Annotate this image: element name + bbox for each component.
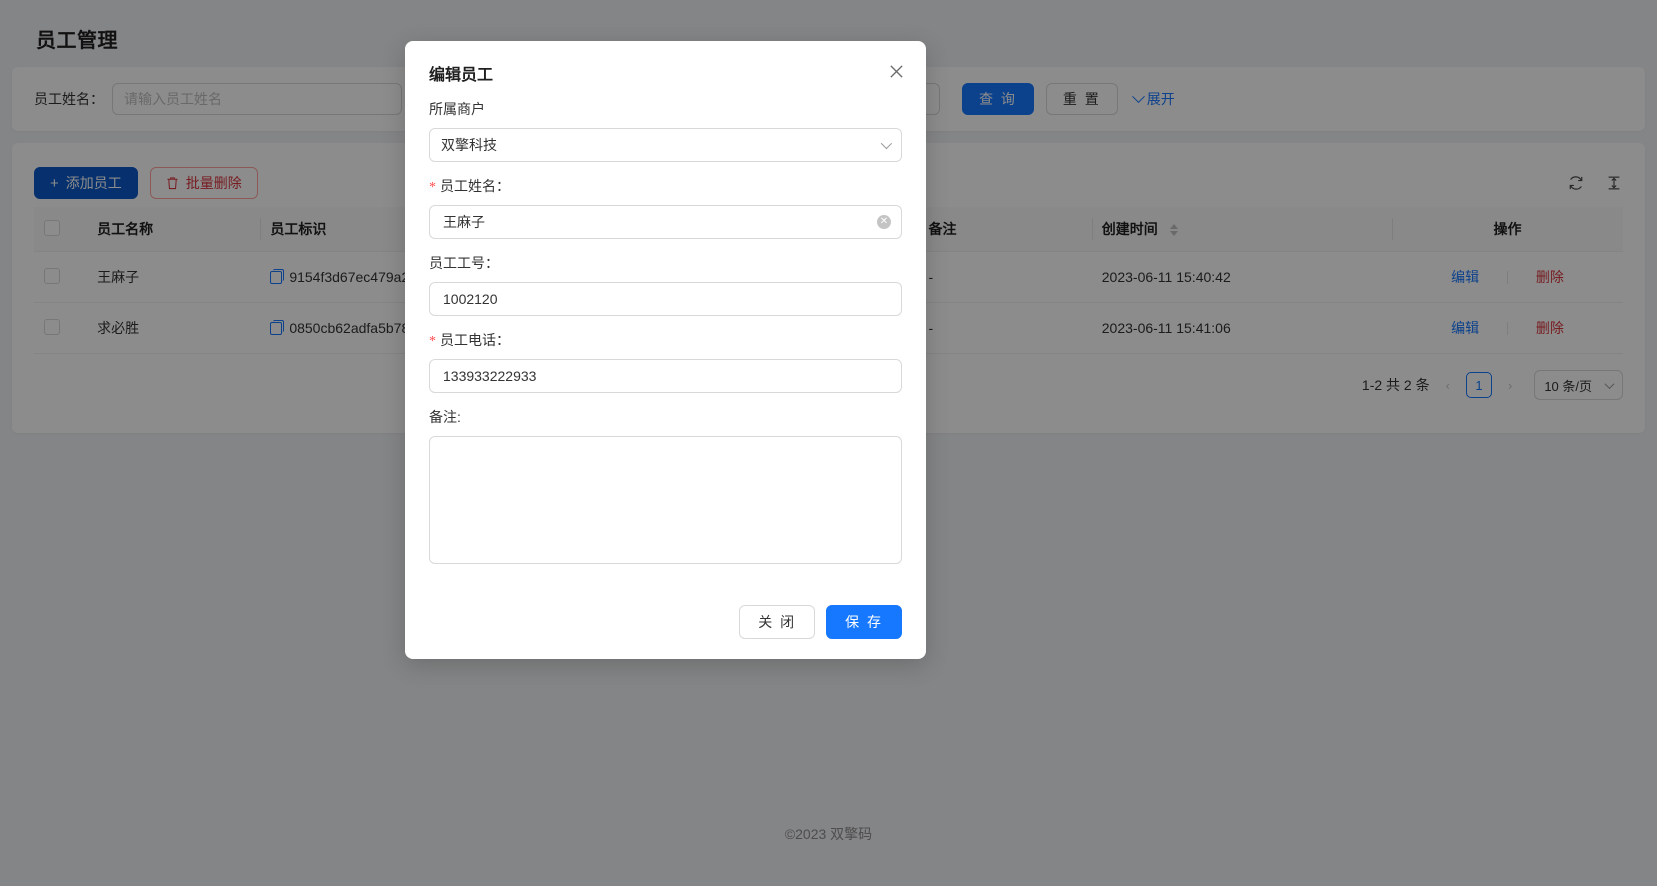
employee-name-label-text: 员工姓名： bbox=[440, 178, 510, 194]
job-no-input[interactable] bbox=[441, 290, 890, 308]
remark-textarea[interactable] bbox=[429, 436, 902, 564]
chevron-down-icon bbox=[880, 137, 893, 150]
merchant-label: 所属商户 bbox=[429, 101, 485, 117]
phone-input-wrap bbox=[429, 359, 902, 393]
remark-label: 备注: bbox=[429, 409, 461, 425]
dialog-footer: 关 闭 保 存 bbox=[405, 587, 926, 659]
clear-circle-icon[interactable]: ✕ bbox=[877, 215, 891, 229]
dialog-body: 所属商户 双擎科技 * 员工姓名： ✕ 员工工号： * 员工电话： bbox=[405, 89, 926, 587]
dialog-title: 编辑员工 bbox=[429, 67, 494, 84]
required-star-icon: * bbox=[429, 334, 436, 349]
merchant-selected-value: 双擎科技 bbox=[441, 137, 497, 153]
merchant-select[interactable]: 双擎科技 bbox=[429, 128, 902, 162]
employee-name-label: * 员工姓名： bbox=[429, 176, 902, 196]
edit-employee-dialog: 编辑员工 所属商户 双擎科技 *员工姓名： ✕ 员工工 bbox=[405, 41, 926, 659]
job-no-input-wrap bbox=[429, 282, 902, 316]
field-merchant: 所属商户 双擎科技 bbox=[429, 99, 902, 162]
field-phone: * 员工电话： bbox=[429, 330, 902, 393]
field-remark: 备注: bbox=[429, 407, 902, 569]
phone-input[interactable] bbox=[441, 367, 890, 385]
phone-label-text: 员工电话： bbox=[440, 332, 510, 348]
required-star-icon: * bbox=[429, 180, 436, 195]
field-employee-name: * 员工姓名： ✕ bbox=[429, 176, 902, 239]
dialog-header: 编辑员工 bbox=[405, 41, 926, 89]
employee-name-input-wrap: ✕ bbox=[429, 205, 902, 239]
field-job-no: 员工工号： bbox=[429, 253, 902, 316]
dialog-close-button[interactable]: 关 闭 bbox=[739, 605, 816, 639]
close-icon[interactable] bbox=[884, 59, 908, 83]
phone-label: * 员工电话： bbox=[429, 330, 902, 350]
job-no-label: 员工工号： bbox=[429, 255, 499, 271]
employee-name-input[interactable] bbox=[441, 213, 890, 231]
dialog-save-button[interactable]: 保 存 bbox=[826, 605, 902, 639]
